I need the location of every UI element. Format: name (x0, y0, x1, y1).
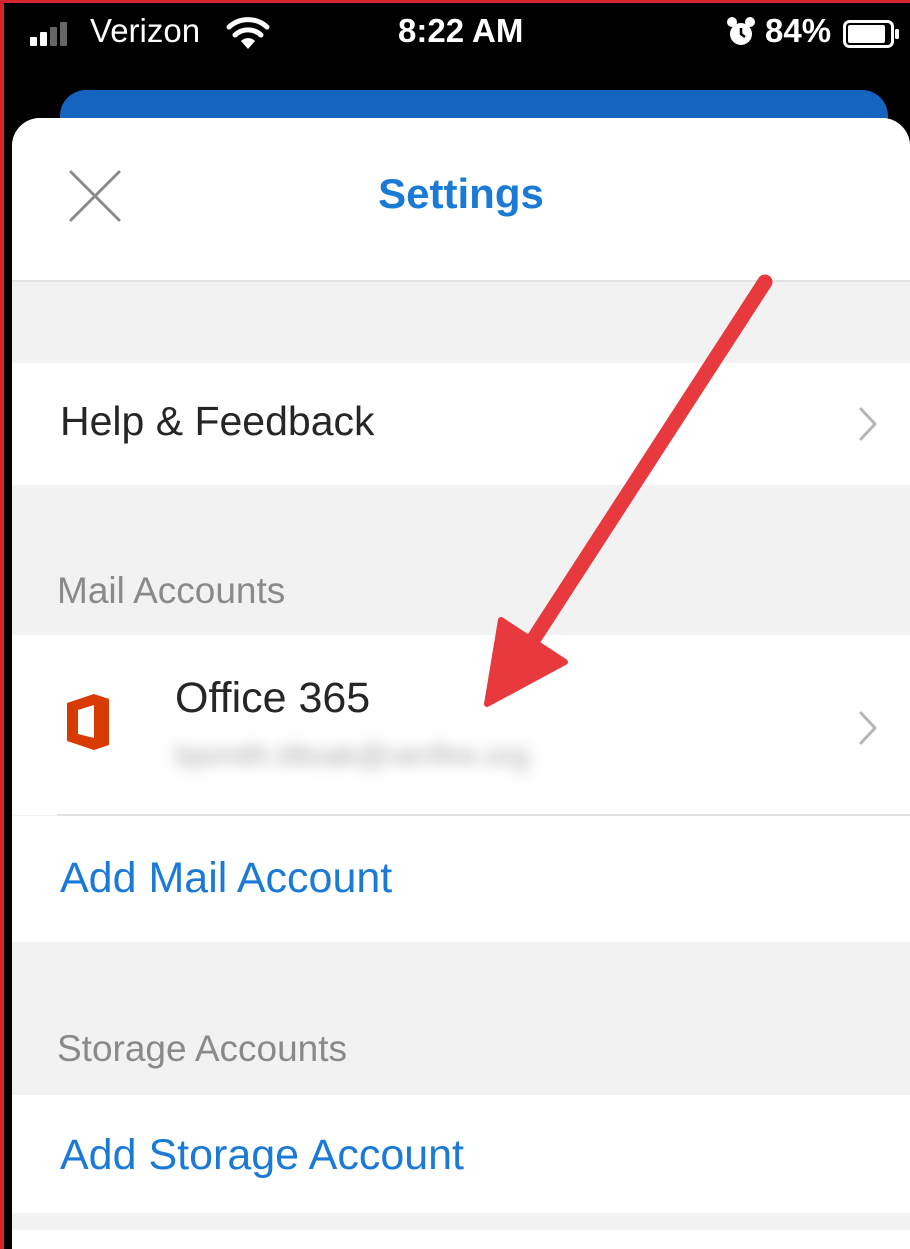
add-storage-account-label: Add Storage Account (60, 1131, 465, 1179)
battery-percentage: 84% (765, 12, 832, 49)
signal-icon (30, 22, 67, 46)
chevron-right-icon (859, 711, 877, 745)
status-time: 8:22 AM (398, 12, 524, 49)
add-mail-account-button[interactable]: Add Mail Account (12, 816, 910, 942)
carrier-label: Verizon (90, 12, 201, 49)
screenshot-frame-top (0, 0, 910, 3)
help-feedback-row[interactable]: Help & Feedback (12, 363, 910, 485)
add-mail-account-label: Add Mail Account (60, 854, 393, 902)
settings-header: Settings (12, 118, 910, 282)
storage-accounts-heading: Storage Accounts (57, 1028, 348, 1069)
add-storage-account-button[interactable]: Add Storage Account (12, 1095, 910, 1213)
office-365-account-row[interactable]: Office 365 bjsmith.tiltoak@verifire.org (12, 635, 910, 815)
mail-accounts-heading: Mail Accounts (57, 570, 286, 611)
screenshot-frame-left (0, 0, 4, 1249)
battery-icon (843, 20, 899, 48)
office-365-icon (67, 694, 109, 750)
next-row-partial (12, 1230, 910, 1249)
wifi-icon (226, 17, 270, 49)
alarm-icon (727, 17, 755, 45)
help-feedback-label: Help & Feedback (60, 398, 375, 444)
settings-sheet: Settings Help & Feedback Mail Accounts O… (12, 118, 910, 1249)
account-name: Office 365 (175, 674, 371, 722)
page-title: Settings (378, 170, 544, 217)
account-email: bjsmith.tiltoak@verifire.org (175, 739, 529, 772)
chevron-right-icon (859, 407, 877, 441)
status-bar: Verizon 8:22 AM 84% (0, 0, 910, 70)
